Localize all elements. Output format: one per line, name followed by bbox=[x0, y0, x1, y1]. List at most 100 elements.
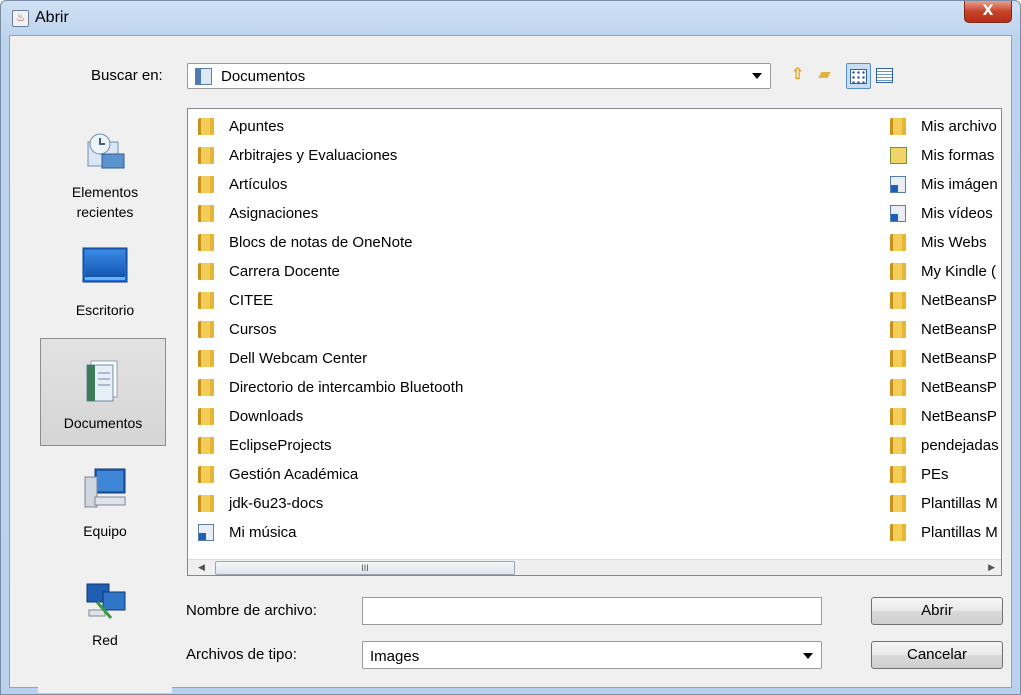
videos-shortcut-icon bbox=[890, 205, 906, 222]
grip-icon: III bbox=[361, 563, 369, 573]
file-name: Asignaciones bbox=[229, 205, 319, 222]
place-label: Equipo bbox=[83, 523, 127, 539]
file-name: Downloads bbox=[229, 408, 304, 425]
place-recent-items[interactable]: Elementos recientes bbox=[38, 116, 172, 226]
file-name: NetBeansP bbox=[921, 379, 997, 396]
place-desktop[interactable]: Escritorio bbox=[38, 234, 172, 344]
filename-input[interactable] bbox=[362, 597, 822, 625]
folder-icon bbox=[890, 350, 906, 367]
folder-icon bbox=[890, 524, 906, 541]
documents-folder-icon bbox=[195, 68, 212, 85]
scroll-left-icon[interactable]: ◀ bbox=[198, 562, 205, 573]
file-name: Mi música bbox=[229, 524, 297, 541]
horizontal-scrollbar[interactable]: ◀ III ▶ bbox=[188, 559, 1001, 575]
chevron-down-icon[interactable] bbox=[752, 73, 762, 79]
folder-icon bbox=[890, 466, 906, 483]
recent-items-icon bbox=[87, 133, 125, 169]
filetype-combo[interactable]: Images bbox=[362, 641, 822, 669]
folder-icon bbox=[198, 176, 214, 193]
folder-icon bbox=[198, 147, 214, 164]
file-name: CITEE bbox=[229, 292, 274, 309]
folder-icon bbox=[890, 408, 906, 425]
file-name: Dell Webcam Center bbox=[229, 350, 368, 367]
folder-icon bbox=[890, 263, 906, 280]
up-folder-icon: ⇧ bbox=[790, 66, 805, 83]
file-name: Plantillas M bbox=[921, 495, 998, 512]
folder-icon bbox=[198, 321, 214, 338]
file-name: Gestión Académica bbox=[229, 466, 359, 483]
details-view-icon bbox=[876, 68, 893, 83]
file-name: Carrera Docente bbox=[229, 263, 340, 280]
folder-icon bbox=[890, 437, 906, 454]
folder-icon bbox=[198, 408, 214, 425]
title-bar[interactable]: ♨ Abrir X bbox=[1, 1, 1020, 35]
desktop-icon bbox=[82, 247, 128, 283]
java-app-icon: ♨ bbox=[12, 10, 29, 27]
filetype-value: Images bbox=[370, 648, 420, 665]
folder-icon bbox=[198, 379, 214, 396]
file-name: Arbitrajes y Evaluaciones bbox=[229, 147, 398, 164]
folder-icon bbox=[198, 234, 214, 251]
list-view-icon bbox=[850, 69, 867, 84]
details-view-button[interactable] bbox=[872, 63, 897, 89]
file-name: Mis vídeos bbox=[921, 205, 993, 222]
place-documents[interactable]: Documentos bbox=[40, 338, 166, 446]
chevron-down-icon[interactable] bbox=[803, 653, 813, 659]
file-name: Blocs de notas de OneNote bbox=[229, 234, 413, 251]
new-folder-icon: ▰ bbox=[818, 66, 831, 83]
look-in-label: Buscar en: bbox=[91, 67, 163, 84]
file-name: Plantillas M bbox=[921, 524, 998, 541]
file-name: Mis archivo bbox=[921, 118, 997, 135]
folder-icon bbox=[198, 495, 214, 512]
open-dialog-window: ♨ Abrir X Buscar en: Documentos ⇧ ▰ Elem… bbox=[0, 0, 1021, 695]
cancel-button[interactable]: Cancelar bbox=[871, 641, 1003, 669]
folder-icon bbox=[890, 292, 906, 309]
file-name: PEs bbox=[921, 466, 949, 483]
list-view-button[interactable] bbox=[846, 63, 871, 89]
places-bar: Elementos recientes Escritorio Documento… bbox=[38, 106, 172, 693]
place-computer[interactable]: Equipo bbox=[38, 451, 172, 561]
folder-icon bbox=[198, 118, 214, 135]
place-label: Elementos bbox=[71, 184, 139, 200]
place-label: Documentos bbox=[63, 415, 143, 431]
place-label: recientes bbox=[76, 204, 134, 220]
file-name: EclipseProjects bbox=[229, 437, 332, 454]
file-name: Directorio de intercambio Bluetooth bbox=[229, 379, 464, 396]
filename-label: Nombre de archivo: bbox=[186, 602, 317, 619]
open-button[interactable]: Abrir bbox=[871, 597, 1003, 625]
file-name: Apuntes bbox=[229, 118, 285, 135]
file-name: NetBeansP bbox=[921, 292, 997, 309]
computer-icon bbox=[84, 468, 126, 508]
close-icon: X bbox=[982, 3, 994, 19]
folder-icon bbox=[890, 379, 906, 396]
folder-icon bbox=[890, 495, 906, 512]
pictures-shortcut-icon bbox=[890, 176, 906, 193]
up-one-level-button[interactable]: ⇧ bbox=[785, 63, 810, 89]
file-name: NetBeansP bbox=[921, 321, 997, 338]
folder-icon bbox=[198, 292, 214, 309]
filetype-label: Archivos de tipo: bbox=[186, 646, 297, 663]
file-name: My Kindle ( bbox=[921, 263, 997, 280]
file-name: Cursos bbox=[229, 321, 277, 338]
close-button[interactable]: X bbox=[964, 1, 1012, 23]
dialog-body: Buscar en: Documentos ⇧ ▰ Elementos reci… bbox=[9, 35, 1012, 693]
new-folder-button[interactable]: ▰ bbox=[812, 63, 837, 89]
look-in-combo[interactable]: Documentos bbox=[187, 63, 771, 89]
file-name: Mis imágen bbox=[921, 176, 998, 193]
folder-icon bbox=[890, 234, 906, 251]
file-list[interactable]: Apuntes Arbitrajes y Evaluaciones Artícu… bbox=[187, 108, 1002, 576]
documents-icon bbox=[86, 360, 118, 402]
file-list-items: Apuntes Arbitrajes y Evaluaciones Artícu… bbox=[188, 109, 1001, 559]
folder-icon bbox=[198, 437, 214, 454]
forms-icon bbox=[890, 147, 907, 164]
file-name: jdk-6u23-docs bbox=[229, 495, 324, 512]
folder-icon bbox=[890, 118, 906, 135]
file-name: pendejadas bbox=[921, 437, 999, 454]
scrollbar-thumb[interactable]: III bbox=[215, 561, 515, 575]
place-network[interactable]: Red bbox=[38, 566, 172, 676]
file-name: Mis Webs bbox=[921, 234, 987, 251]
folder-icon bbox=[198, 263, 214, 280]
network-icon bbox=[86, 583, 126, 619]
file-name: Artículos bbox=[229, 176, 288, 193]
scroll-right-icon[interactable]: ▶ bbox=[988, 562, 995, 573]
